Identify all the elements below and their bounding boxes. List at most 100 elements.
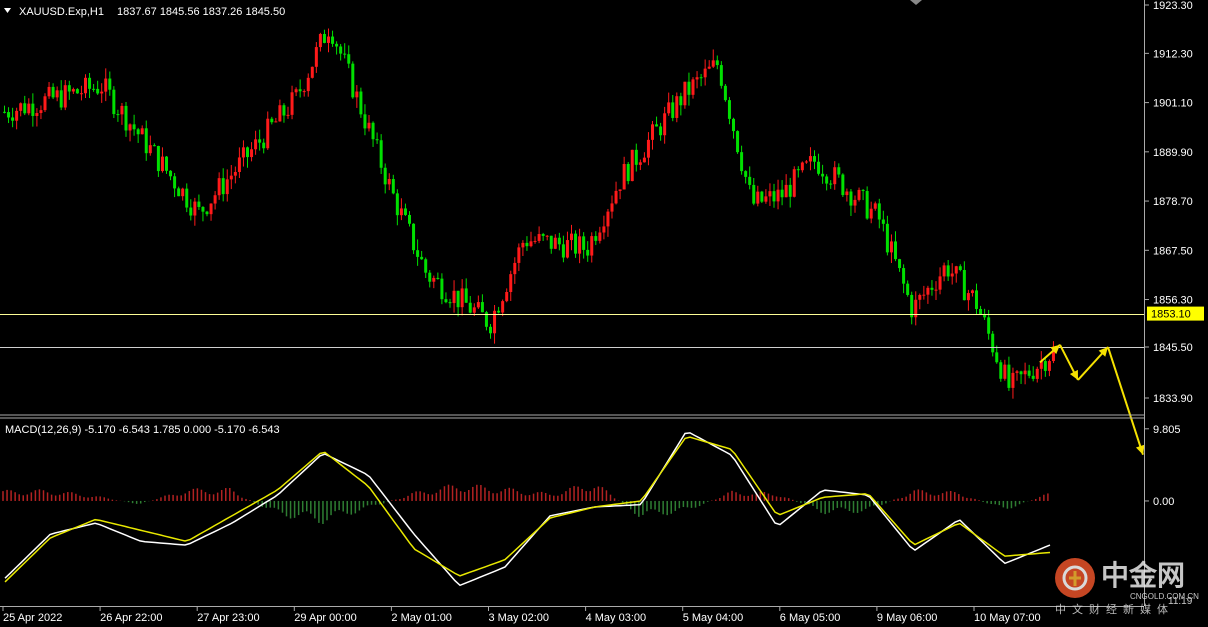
watermark-tagline: 中文财经新媒体 [1055, 602, 1174, 616]
candle-body [456, 290, 460, 308]
candle-body [825, 176, 829, 184]
candle-body [999, 362, 1003, 379]
candle-body [367, 122, 371, 129]
candle-body [136, 129, 140, 135]
candle-body [51, 86, 55, 98]
candle-body [241, 147, 245, 158]
candle-body [553, 237, 557, 249]
candle-body [327, 36, 330, 43]
candle-body [792, 169, 796, 197]
candle-body [768, 191, 772, 197]
candle-body [1027, 370, 1031, 376]
candle [841, 173, 845, 198]
time-label: 6 May 05:00 [780, 612, 841, 624]
candle-body [322, 33, 326, 43]
candle-body [391, 179, 395, 194]
candle-body [7, 112, 11, 118]
candle [351, 61, 355, 99]
candle-body [3, 111, 6, 113]
candle-body [545, 235, 549, 237]
candle-body [63, 85, 67, 108]
candle-body [926, 287, 930, 295]
candle-body [156, 145, 160, 172]
candle-body [517, 247, 521, 263]
candle [310, 66, 314, 79]
candle-body [614, 190, 618, 204]
candle-body [363, 114, 367, 129]
candle-body [663, 113, 667, 136]
candle-body [501, 301, 505, 313]
price-tick-label: 1923.30 [1153, 0, 1193, 12]
candle-body [727, 100, 731, 119]
candle-body [246, 147, 249, 158]
candle-body [574, 233, 578, 254]
candle-body [278, 105, 282, 122]
candle-body [217, 178, 221, 196]
candle-body [877, 203, 881, 220]
candle-body [602, 226, 606, 233]
candle-body [432, 277, 436, 282]
candle-body [942, 265, 946, 277]
price-tick-label: 1912.30 [1153, 48, 1193, 60]
candle-body [298, 89, 302, 92]
candle [865, 186, 869, 220]
candle-body [752, 184, 756, 204]
candle-body [962, 269, 966, 301]
macd-label: MACD(12,26,9) -5.170 -6.543 1.785 0.000 … [5, 424, 280, 436]
candle-body [448, 302, 452, 304]
macd-tick-label: 0.00 [1153, 496, 1174, 508]
price-tick-label: 1889.90 [1153, 147, 1193, 159]
candle-body [197, 201, 201, 207]
candle-body [873, 203, 877, 209]
candle-body [1003, 364, 1007, 379]
candle-body [399, 208, 403, 216]
candle-body [975, 290, 978, 309]
candle-body [266, 118, 270, 149]
candle-body [655, 124, 659, 127]
price-chart[interactable]: 1923.30 1912.30 1901.10 1889.90 1878.70 1867.… [0, 0, 1208, 627]
time-label: 3 May 02:00 [489, 612, 550, 624]
candle-body [351, 63, 355, 98]
candle-body [889, 241, 893, 253]
candle [999, 359, 1003, 382]
candle [630, 149, 634, 182]
candle-body [642, 157, 646, 163]
candle-body [71, 89, 75, 92]
candle-body [92, 88, 96, 90]
candle-body [638, 162, 642, 165]
candle-body [796, 169, 800, 171]
symbol-label: XAUUSD.Exp,H1 [19, 6, 104, 18]
candle-body [618, 189, 622, 191]
time-label: 5 May 04:00 [683, 612, 744, 624]
candle-body [570, 233, 573, 241]
candle-body [849, 191, 853, 206]
candle-body [561, 244, 565, 258]
candle-body [719, 65, 723, 86]
candle-body [286, 114, 290, 116]
time-label: 27 Apr 23:00 [197, 612, 259, 624]
candle-body [489, 326, 492, 334]
candle-body [1047, 361, 1051, 371]
time-label: 10 May 07:00 [974, 612, 1041, 624]
candle-body [699, 77, 703, 79]
candle-body [906, 283, 910, 295]
candle-body [756, 191, 760, 204]
time-label: 9 May 06:00 [877, 612, 938, 624]
candle-body [39, 110, 43, 114]
candle-body [898, 259, 902, 269]
candle-body [679, 96, 683, 106]
candle-body [359, 91, 363, 115]
candle-body [140, 128, 144, 135]
candle-body [732, 118, 735, 132]
candle-body [784, 184, 788, 198]
candle-body [594, 236, 598, 241]
candle-body [918, 295, 922, 300]
candle-body [144, 128, 148, 154]
candle-body [869, 208, 873, 219]
candle-body [930, 287, 934, 290]
candle-body [233, 172, 237, 176]
candle-body [189, 207, 193, 216]
candle-body [837, 167, 841, 175]
candle-body [193, 201, 197, 216]
candle-body [533, 240, 537, 242]
